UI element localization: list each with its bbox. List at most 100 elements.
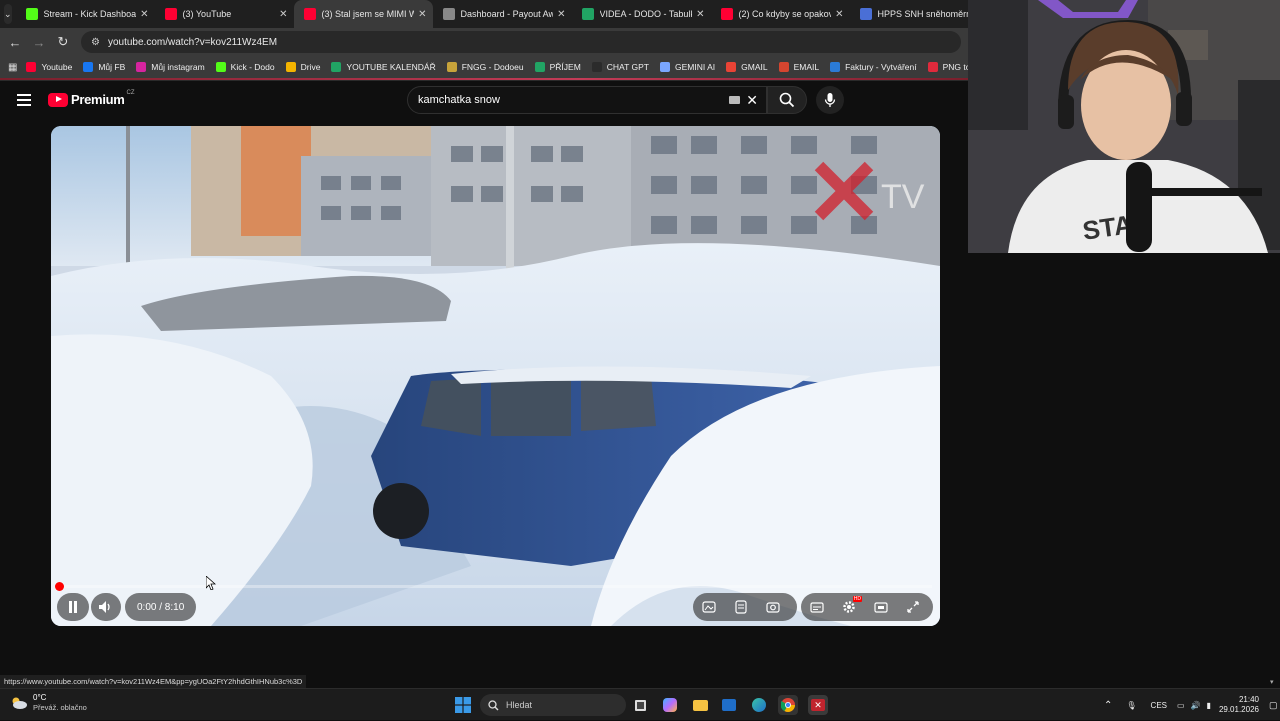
microphone-icon (824, 93, 836, 107)
page-icon (859, 8, 872, 20)
fullscreen-icon[interactable] (897, 593, 929, 621)
seek-bar[interactable] (55, 582, 932, 591)
browser-tab[interactable]: Stream - Kick Dashboard ✕ (16, 0, 155, 28)
bookmark-label: CHAT GPT (606, 62, 649, 72)
browser-tab[interactable]: Dashboard - Payout Awar ✕ (433, 0, 572, 28)
browser-tab[interactable]: VIDEA - DODO - Tabulky ✕ (572, 0, 711, 28)
chrome-icon[interactable] (778, 695, 798, 715)
clear-search-icon[interactable]: ✕ (746, 92, 758, 109)
time-display: 0:00 / 8:10 (125, 593, 197, 621)
bookmark-item[interactable]: EMAIL (778, 62, 819, 72)
mute-button[interactable] (91, 593, 121, 621)
scrubber-handle[interactable] (55, 582, 64, 591)
bookmark-item[interactable]: FNGG - Dodoeu (446, 62, 524, 72)
pdf-icon (927, 62, 938, 72)
guide-menu-icon[interactable] (17, 94, 31, 106)
bookmark-item[interactable]: Youtube (26, 62, 72, 72)
clock[interactable]: 21:40 29.01.2026 (1219, 695, 1259, 715)
bookmarks-list: Youtube Můj FB Můj instagram Kick - Dodo Dri… (26, 62, 1000, 72)
bookmark-item[interactable]: Můj FB (83, 62, 125, 72)
youtube-icon (26, 62, 37, 72)
apps-grid-icon[interactable]: ▦ (8, 62, 17, 73)
subtitles-icon[interactable] (801, 593, 833, 621)
bookmark-item[interactable]: GEMINI AI (659, 62, 715, 72)
scrollbar-arrow-icon[interactable]: ▾ (1270, 678, 1274, 686)
forward-button[interactable]: → (27, 35, 51, 50)
sheets-icon (534, 62, 545, 72)
kick-icon (215, 62, 226, 72)
weather-text: Převáž. oblačno (33, 703, 87, 712)
screenshot-icon[interactable] (757, 593, 789, 621)
gemini-icon (659, 62, 670, 72)
site-info-icon[interactable]: ⚙ (91, 37, 100, 48)
bookmark-item[interactable]: Faktury - Vytváření (830, 62, 917, 72)
speaker-icon[interactable]: 🔊 (1191, 701, 1201, 710)
bookmark-item[interactable]: GMAIL (726, 62, 768, 72)
cloud-sun-icon (12, 697, 27, 709)
taskbar-search-box[interactable]: Hledat (480, 694, 626, 716)
bookmark-label: Faktury - Vytváření (845, 62, 917, 72)
close-tab-icon[interactable]: ✕ (279, 9, 287, 20)
search-input[interactable]: kamchatka snow ✕ (407, 86, 767, 114)
system-tray: ⌃ 🎙 CES ▭ 🔊 ▮ 21:40 29.01.2026 ▢ (1104, 689, 1278, 721)
keyboard-icon[interactable] (729, 96, 740, 104)
show-hidden-icons-icon[interactable]: ⌃ (1104, 700, 1112, 711)
thumbnail-icon[interactable] (693, 593, 725, 621)
bookmark-item[interactable]: CHAT GPT (591, 62, 649, 72)
close-tab-icon[interactable]: ✕ (696, 9, 704, 20)
settings-icon[interactable]: HD (833, 593, 865, 621)
bookmark-item[interactable]: PŘÍJEM (534, 62, 581, 72)
volume-icon (91, 593, 121, 621)
theater-mode-icon[interactable] (865, 593, 897, 621)
copilot-icon[interactable] (660, 695, 680, 715)
voice-search-button[interactable] (816, 86, 844, 114)
bookmark-item[interactable]: Můj instagram (136, 62, 205, 72)
bookmark-item[interactable]: YOUTUBE KALENDÁŘ (331, 62, 436, 72)
language-indicator[interactable]: CES (1151, 701, 1167, 710)
edge-icon[interactable] (749, 695, 769, 715)
bookmark-item[interactable]: Kick - Dodo (215, 62, 275, 72)
close-tab-icon[interactable]: ✕ (557, 9, 565, 20)
transcript-icon[interactable] (725, 593, 757, 621)
address-bar[interactable]: ⚙ youtube.com/watch?v=kov211Wz4EM (81, 31, 961, 53)
browser-tab[interactable]: (3) Stal jsem se MIMI WRE✕ (293, 0, 433, 28)
kick-icon (25, 8, 38, 20)
tab-search-button[interactable]: ⌄ (4, 4, 12, 24)
video-player[interactable]: TV 0:00 / 8:10 HD (51, 126, 940, 626)
streamer-camera-image: STAR (968, 0, 1280, 253)
close-tab-icon[interactable]: ✕ (140, 9, 148, 20)
youtube-icon (164, 8, 177, 20)
back-button[interactable]: ← (3, 35, 27, 50)
obs-app-icon[interactable]: ✕ (808, 695, 828, 715)
browser-toolbar: ← → ↻ ⚙ youtube.com/watch?v=kov211Wz4EM (0, 28, 968, 56)
outlook-icon[interactable] (719, 695, 739, 715)
network-icon[interactable]: ▭ (1177, 701, 1185, 710)
bookmark-label: YOUTUBE KALENDÁŘ (346, 62, 436, 72)
search-button[interactable] (767, 86, 807, 114)
time-text: 21:40 (1238, 695, 1259, 704)
youtube-premium-logo[interactable]: Premium CZ (48, 90, 135, 107)
bookmark-label: FNGG - Dodoeu (461, 62, 524, 72)
tab-title: VIDEA - DODO - Tabulky (599, 9, 693, 19)
windows-taskbar: 0°C Převáž. oblačno Hledat ✕ ⌃ 🎙 CES ▭ 🔊… (0, 688, 1280, 720)
reload-button[interactable]: ↻ (51, 34, 75, 50)
close-tab-icon[interactable]: ✕ (418, 9, 426, 20)
watermark-text: TV (881, 178, 925, 216)
tab-title: Dashboard - Payout Awar (460, 9, 554, 19)
microphone-icon[interactable]: 🎙 (1126, 701, 1136, 710)
bookmark-item[interactable]: Drive (285, 62, 320, 72)
bookmark-label: Youtube (41, 62, 73, 72)
play-pause-button[interactable] (57, 593, 89, 621)
windows-start-icon[interactable] (453, 695, 473, 715)
facebook-icon (83, 62, 94, 72)
extra-tools-group (693, 593, 797, 621)
notifications-icon[interactable]: ▢ (1269, 700, 1278, 711)
browser-tab[interactable]: (3) YouTube ✕ (155, 0, 294, 28)
task-view-icon[interactable] (630, 695, 650, 715)
email-icon (778, 62, 789, 72)
browser-tab[interactable]: (2) Co kdyby se opakoval ✕ (711, 0, 850, 28)
close-tab-icon[interactable]: ✕ (835, 9, 843, 20)
file-explorer-icon[interactable] (690, 695, 710, 715)
battery-icon[interactable]: ▮ (1207, 701, 1211, 710)
weather-widget[interactable]: 0°C Převáž. oblačno (10, 693, 87, 713)
